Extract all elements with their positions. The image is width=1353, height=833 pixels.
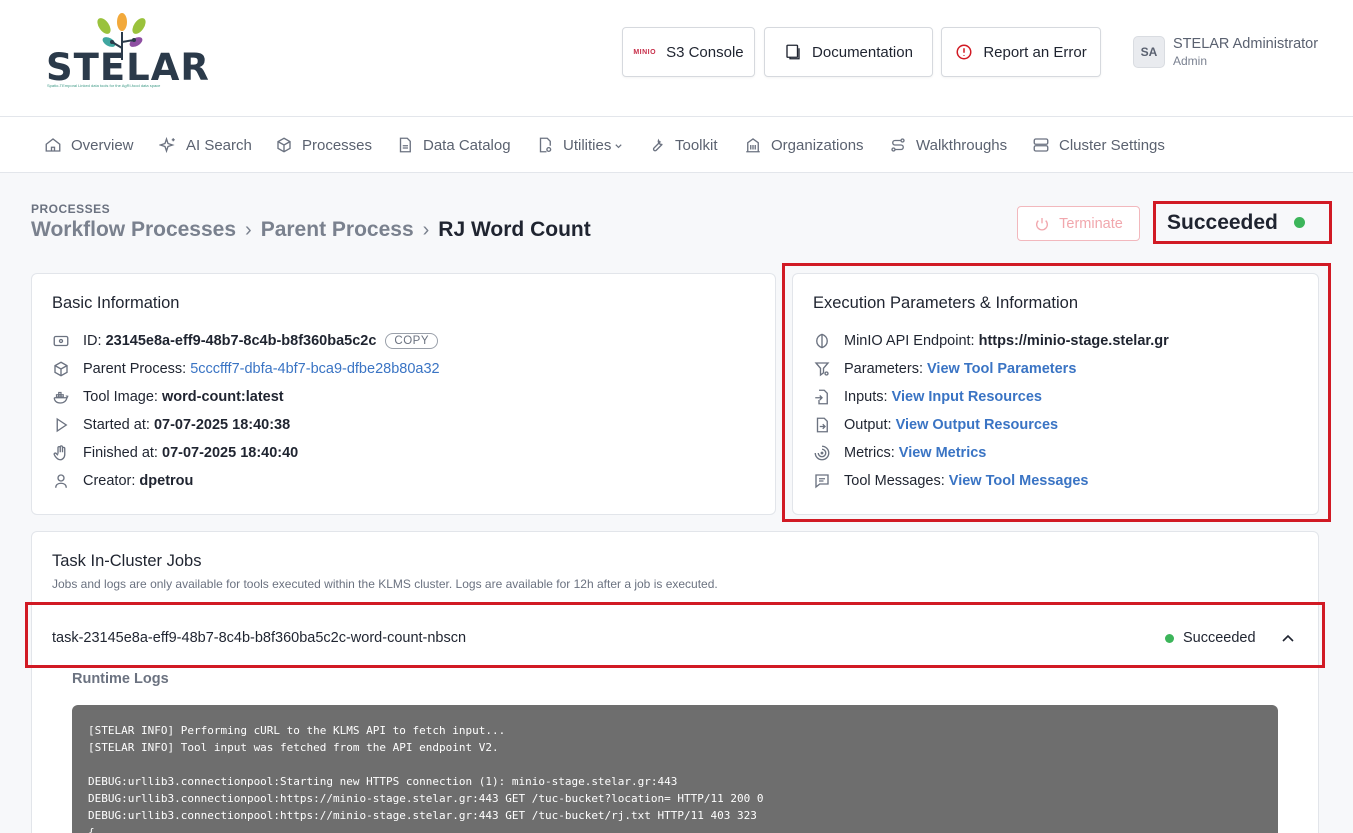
nav-label: Data Catalog: [423, 136, 511, 154]
status-text: Succeeded: [1167, 210, 1278, 234]
section-label: PROCESSES: [31, 202, 111, 216]
stelar-logo[interactable]: STELAR Spatio-TEmporal Linked data tools…: [44, 12, 209, 92]
user-name[interactable]: STELAR Administrator: [1173, 36, 1318, 52]
parent-label: Parent Process:: [83, 361, 187, 377]
s3-console-label: S3 Console: [666, 43, 744, 61]
nav-utilities[interactable]: Utilities: [536, 117, 623, 173]
status-dot-icon: [1165, 633, 1174, 643]
id-card-icon: [53, 335, 69, 347]
user-role: Admin: [1173, 54, 1208, 68]
sparkle-icon: [159, 136, 175, 154]
nav-label: Utilities: [563, 136, 612, 154]
process-status: Succeeded: [1153, 201, 1332, 244]
cube-icon: [54, 361, 68, 377]
info-row-image: Tool Image: word-count:latest: [52, 387, 284, 407]
creator-label: Creator:: [83, 473, 136, 489]
id-label: ID:: [83, 333, 102, 349]
basic-information-card: Basic Information ID: 23145e8a-eff9-48b7…: [31, 273, 776, 515]
breadcrumb-parent-process[interactable]: Parent Process: [261, 218, 414, 242]
finished-label: Finished at:: [83, 445, 158, 461]
file-icon: [399, 137, 411, 153]
nav-processes[interactable]: Processes: [275, 117, 372, 173]
info-row-parent: Parent Process: 5cccfff7-dbfa-4bf7-bca9-…: [52, 359, 440, 379]
creator-value: dpetrou: [139, 473, 194, 489]
copy-button[interactable]: COPY: [385, 333, 438, 349]
docker-icon: [53, 391, 69, 404]
alert-circle-icon: [956, 44, 972, 60]
documentation-label: Documentation: [812, 43, 913, 61]
started-value: 07-07-2025 18:40:38: [153, 417, 291, 433]
info-row-id: ID: 23145e8a-eff9-48b7-8c4b-b8f360ba5c2c…: [52, 331, 438, 351]
nav-overview[interactable]: Overview: [44, 117, 134, 173]
power-icon: [1036, 217, 1049, 231]
chevron-right-icon: ›: [245, 218, 252, 241]
s3-console-button[interactable]: MINIO S3 Console: [622, 27, 755, 77]
nav-data-catalog[interactable]: Data Catalog: [396, 117, 511, 173]
image-label: Tool Image:: [83, 389, 158, 405]
nav-label: Processes: [302, 136, 373, 154]
documentation-button[interactable]: Documentation: [764, 27, 933, 77]
status-dot-icon: [1293, 217, 1305, 228]
runtime-logs-label: Runtime Logs: [72, 671, 169, 687]
nav-label: Cluster Settings: [1059, 136, 1165, 154]
minio-icon: MINIO: [633, 48, 657, 56]
job-status-text: Succeeded: [1183, 630, 1256, 646]
main-nav: Overview AI Search Processes Data Catalo…: [0, 117, 1353, 173]
cube-icon: [277, 137, 291, 153]
terminate-label: Terminate: [1059, 215, 1123, 232]
nav-label: Walkthroughs: [916, 136, 1008, 154]
building-icon: [746, 138, 760, 153]
play-icon: [56, 417, 68, 433]
settings-file-icon: [539, 137, 552, 153]
hand-stop-icon: [53, 445, 66, 461]
nav-label: Overview: [71, 136, 134, 154]
chevron-down-icon: [615, 144, 622, 149]
home-icon: [45, 138, 61, 152]
runtime-logs[interactable]: [STELAR INFO] Performing cURL to the KLM…: [72, 705, 1278, 833]
report-error-label: Report an Error: [983, 43, 1087, 61]
info-row-creator: Creator: dpetrou: [52, 471, 193, 491]
job-status: Succeeded: [1165, 630, 1256, 646]
nav-organizations[interactable]: Organizations: [744, 117, 864, 173]
logo-tagline: Spatio-TEmporal Linked data tools for th…: [47, 83, 161, 88]
terminate-button[interactable]: Terminate: [1017, 206, 1140, 241]
highlight-frame: [782, 263, 1331, 522]
breadcrumb: Workflow Processes › Parent Process › RJ…: [31, 218, 591, 242]
info-row-finished: Finished at: 07-07-2025 18:40:40: [52, 443, 298, 463]
chevron-right-icon: ›: [422, 218, 430, 241]
started-label: Started at:: [83, 417, 150, 433]
avatar[interactable]: SA: [1133, 36, 1165, 68]
nav-label: AI Search: [186, 136, 252, 154]
nav-label: Organizations: [771, 136, 864, 154]
card-title: Basic Information: [52, 294, 180, 312]
nav-ai-search[interactable]: AI Search: [159, 117, 252, 173]
chevron-up-icon[interactable]: [1280, 631, 1296, 647]
info-row-started: Started at: 07-07-2025 18:40:38: [52, 415, 290, 435]
nav-walkthroughs[interactable]: Walkthroughs: [889, 117, 1007, 173]
route-icon: [891, 138, 905, 152]
image-value: word-count:latest: [162, 389, 284, 405]
page-title: RJ Word Count: [438, 218, 591, 241]
job-name[interactable]: task-23145e8a-eff9-48b7-8c4b-b8f360ba5c2…: [52, 630, 466, 646]
finished-value: 07-07-2025 18:40:40: [162, 445, 299, 461]
top-header: STELAR Spatio-TEmporal Linked data tools…: [0, 0, 1353, 117]
id-value: 23145e8a-eff9-48b7-8c4b-b8f360ba5c2c: [105, 333, 377, 349]
nav-label: Toolkit: [675, 136, 718, 154]
book-icon: [786, 44, 800, 60]
server-icon: [1033, 138, 1049, 152]
breadcrumb-workflow-processes[interactable]: Workflow Processes: [31, 218, 236, 242]
nav-toolkit[interactable]: Toolkit: [648, 117, 718, 173]
report-error-button[interactable]: Report an Error: [941, 27, 1101, 77]
nav-cluster-settings[interactable]: Cluster Settings: [1032, 117, 1165, 173]
wrench-icon: [652, 138, 663, 152]
card-title: Task In-Cluster Jobs: [52, 552, 202, 570]
parent-process-link[interactable]: 5cccfff7-dbfa-4bf7-bca9-dfbe28b80a32: [190, 361, 439, 377]
jobs-description: Jobs and logs are only available for too…: [52, 577, 718, 591]
user-icon: [55, 474, 67, 488]
